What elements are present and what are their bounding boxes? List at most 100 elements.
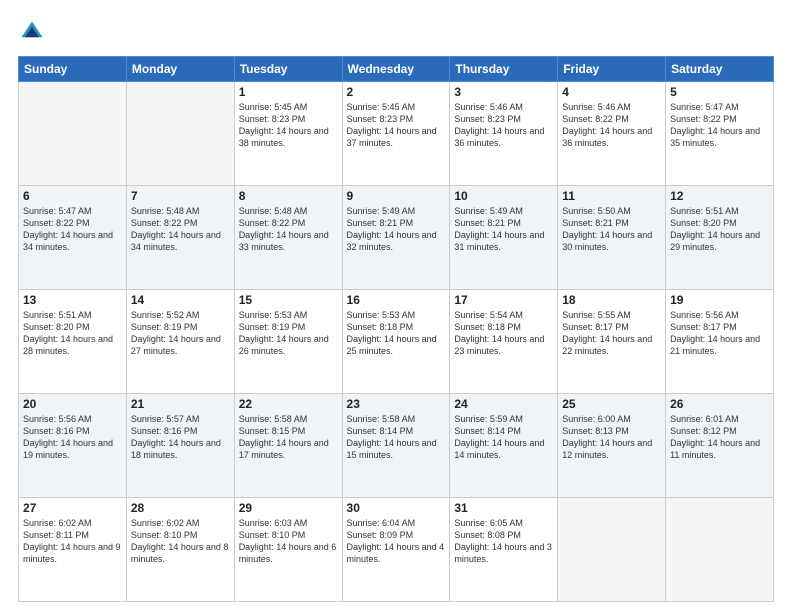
calendar-cell: 6 Sunrise: 5:47 AMSunset: 8:22 PMDaylight… [19, 186, 127, 290]
calendar-cell: 11 Sunrise: 5:50 AMSunset: 8:21 PMDayligh… [558, 186, 666, 290]
day-info: Sunrise: 5:52 AMSunset: 8:19 PMDaylight:… [131, 309, 230, 358]
calendar-cell: 2 Sunrise: 5:45 AMSunset: 8:23 PMDaylight… [342, 82, 450, 186]
day-info: Sunrise: 6:05 AMSunset: 8:08 PMDaylight:… [454, 517, 553, 566]
day-info: Sunrise: 5:54 AMSunset: 8:18 PMDaylight:… [454, 309, 553, 358]
calendar-cell [19, 82, 127, 186]
day-info: Sunrise: 5:58 AMSunset: 8:15 PMDaylight:… [239, 413, 338, 462]
day-info: Sunrise: 6:04 AMSunset: 8:09 PMDaylight:… [347, 517, 446, 566]
day-number: 27 [23, 501, 122, 515]
calendar-cell: 22 Sunrise: 5:58 AMSunset: 8:15 PMDayligh… [234, 394, 342, 498]
day-info: Sunrise: 5:53 AMSunset: 8:19 PMDaylight:… [239, 309, 338, 358]
calendar-cell: 13 Sunrise: 5:51 AMSunset: 8:20 PMDayligh… [19, 290, 127, 394]
calendar-cell: 14Sunrise: 5:52 AMSunset: 8:19 PMDayligh… [126, 290, 234, 394]
day-number: 31 [454, 501, 553, 515]
header [18, 18, 774, 46]
day-number: 3 [454, 85, 553, 99]
calendar-cell: 7 Sunrise: 5:48 AMSunset: 8:22 PMDaylight… [126, 186, 234, 290]
day-number: 28 [131, 501, 230, 515]
day-number: 26 [670, 397, 769, 411]
calendar-cell: 8 Sunrise: 5:48 AMSunset: 8:22 PMDaylight… [234, 186, 342, 290]
weekday-header-friday: Friday [558, 57, 666, 82]
calendar-cell: 19 Sunrise: 5:56 AMSunset: 8:17 PMDayligh… [666, 290, 774, 394]
calendar-cell: 16 Sunrise: 5:53 AMSunset: 8:18 PMDayligh… [342, 290, 450, 394]
day-info: Sunrise: 5:50 AMSunset: 8:21 PMDaylight:… [562, 205, 661, 254]
day-info: Sunrise: 5:45 AMSunset: 8:23 PMDaylight:… [347, 101, 446, 150]
day-number: 8 [239, 189, 338, 203]
calendar-cell: 25 Sunrise: 6:00 AMSunset: 8:13 PMDayligh… [558, 394, 666, 498]
calendar-cell: 3 Sunrise: 5:46 AMSunset: 8:23 PMDaylight… [450, 82, 558, 186]
day-info: Sunrise: 5:49 AMSunset: 8:21 PMDaylight:… [347, 205, 446, 254]
day-info: Sunrise: 5:48 AMSunset: 8:22 PMDaylight:… [239, 205, 338, 254]
day-number: 18 [562, 293, 661, 307]
calendar-cell: 30 Sunrise: 6:04 AMSunset: 8:09 PMDayligh… [342, 498, 450, 602]
calendar-cell: 29Sunrise: 6:03 AMSunset: 8:10 PMDayligh… [234, 498, 342, 602]
week-row-4: 20Sunrise: 5:56 AMSunset: 8:16 PMDayligh… [19, 394, 774, 498]
day-info: Sunrise: 5:59 AMSunset: 8:14 PMDaylight:… [454, 413, 553, 462]
calendar-cell: 9 Sunrise: 5:49 AMSunset: 8:21 PMDaylight… [342, 186, 450, 290]
week-row-2: 6 Sunrise: 5:47 AMSunset: 8:22 PMDaylight… [19, 186, 774, 290]
day-info: Sunrise: 5:51 AMSunset: 8:20 PMDaylight:… [670, 205, 769, 254]
weekday-header-monday: Monday [126, 57, 234, 82]
week-row-1: 1 Sunrise: 5:45 AMSunset: 8:23 PMDaylight… [19, 82, 774, 186]
day-number: 1 [239, 85, 338, 99]
day-number: 22 [239, 397, 338, 411]
calendar-cell [666, 498, 774, 602]
weekday-header-sunday: Sunday [19, 57, 127, 82]
day-number: 17 [454, 293, 553, 307]
day-number: 11 [562, 189, 661, 203]
day-info: Sunrise: 5:56 AMSunset: 8:17 PMDaylight:… [670, 309, 769, 358]
day-number: 5 [670, 85, 769, 99]
calendar-table: SundayMondayTuesdayWednesdayThursdayFrid… [18, 56, 774, 602]
day-number: 30 [347, 501, 446, 515]
calendar-cell: 1Sunrise: 5:45 AMSunset: 8:23 PMDaylight… [234, 82, 342, 186]
calendar-cell: 21Sunrise: 5:57 AMSunset: 8:16 PMDayligh… [126, 394, 234, 498]
day-info: Sunrise: 5:49 AMSunset: 8:21 PMDaylight:… [454, 205, 553, 254]
calendar-cell: 31 Sunrise: 6:05 AMSunset: 8:08 PMDayligh… [450, 498, 558, 602]
day-info: Sunrise: 5:53 AMSunset: 8:18 PMDaylight:… [347, 309, 446, 358]
day-info: Sunrise: 5:51 AMSunset: 8:20 PMDaylight:… [23, 309, 122, 358]
day-info: Sunrise: 5:58 AMSunset: 8:14 PMDaylight:… [347, 413, 446, 462]
day-number: 15 [239, 293, 338, 307]
logo [18, 18, 50, 46]
day-number: 10 [454, 189, 553, 203]
day-number: 16 [347, 293, 446, 307]
weekday-header-wednesday: Wednesday [342, 57, 450, 82]
weekday-header-row: SundayMondayTuesdayWednesdayThursdayFrid… [19, 57, 774, 82]
day-number: 4 [562, 85, 661, 99]
day-info: Sunrise: 6:02 AMSunset: 8:10 PMDaylight:… [131, 517, 230, 566]
calendar-cell: 17 Sunrise: 5:54 AMSunset: 8:18 PMDayligh… [450, 290, 558, 394]
calendar-cell: 12Sunrise: 5:51 AMSunset: 8:20 PMDayligh… [666, 186, 774, 290]
day-info: Sunrise: 5:46 AMSunset: 8:22 PMDaylight:… [562, 101, 661, 150]
day-number: 25 [562, 397, 661, 411]
day-info: Sunrise: 5:57 AMSunset: 8:16 PMDaylight:… [131, 413, 230, 462]
day-info: Sunrise: 5:47 AMSunset: 8:22 PMDaylight:… [23, 205, 122, 254]
calendar-cell: 20Sunrise: 5:56 AMSunset: 8:16 PMDayligh… [19, 394, 127, 498]
day-info: Sunrise: 6:02 AMSunset: 8:11 PMDaylight:… [23, 517, 122, 566]
day-number: 20 [23, 397, 122, 411]
page: SundayMondayTuesdayWednesdayThursdayFrid… [0, 0, 792, 612]
week-row-3: 13 Sunrise: 5:51 AMSunset: 8:20 PMDayligh… [19, 290, 774, 394]
day-number: 7 [131, 189, 230, 203]
logo-icon [18, 18, 46, 46]
day-number: 2 [347, 85, 446, 99]
day-number: 9 [347, 189, 446, 203]
calendar-cell: 5 Sunrise: 5:47 AMSunset: 8:22 PMDaylight… [666, 82, 774, 186]
day-number: 13 [23, 293, 122, 307]
week-row-5: 27 Sunrise: 6:02 AMSunset: 8:11 PMDayligh… [19, 498, 774, 602]
calendar-cell: 18 Sunrise: 5:55 AMSunset: 8:17 PMDayligh… [558, 290, 666, 394]
day-info: Sunrise: 5:48 AMSunset: 8:22 PMDaylight:… [131, 205, 230, 254]
day-number: 6 [23, 189, 122, 203]
day-number: 24 [454, 397, 553, 411]
day-info: Sunrise: 6:01 AMSunset: 8:12 PMDaylight:… [670, 413, 769, 462]
calendar-cell: 15 Sunrise: 5:53 AMSunset: 8:19 PMDayligh… [234, 290, 342, 394]
calendar-cell: 26 Sunrise: 6:01 AMSunset: 8:12 PMDayligh… [666, 394, 774, 498]
calendar-cell: 23Sunrise: 5:58 AMSunset: 8:14 PMDayligh… [342, 394, 450, 498]
day-info: Sunrise: 5:47 AMSunset: 8:22 PMDaylight:… [670, 101, 769, 150]
day-number: 19 [670, 293, 769, 307]
day-info: Sunrise: 6:00 AMSunset: 8:13 PMDaylight:… [562, 413, 661, 462]
weekday-header-thursday: Thursday [450, 57, 558, 82]
calendar-cell: 24 Sunrise: 5:59 AMSunset: 8:14 PMDayligh… [450, 394, 558, 498]
day-info: Sunrise: 5:55 AMSunset: 8:17 PMDaylight:… [562, 309, 661, 358]
calendar-cell [558, 498, 666, 602]
day-info: Sunrise: 5:46 AMSunset: 8:23 PMDaylight:… [454, 101, 553, 150]
